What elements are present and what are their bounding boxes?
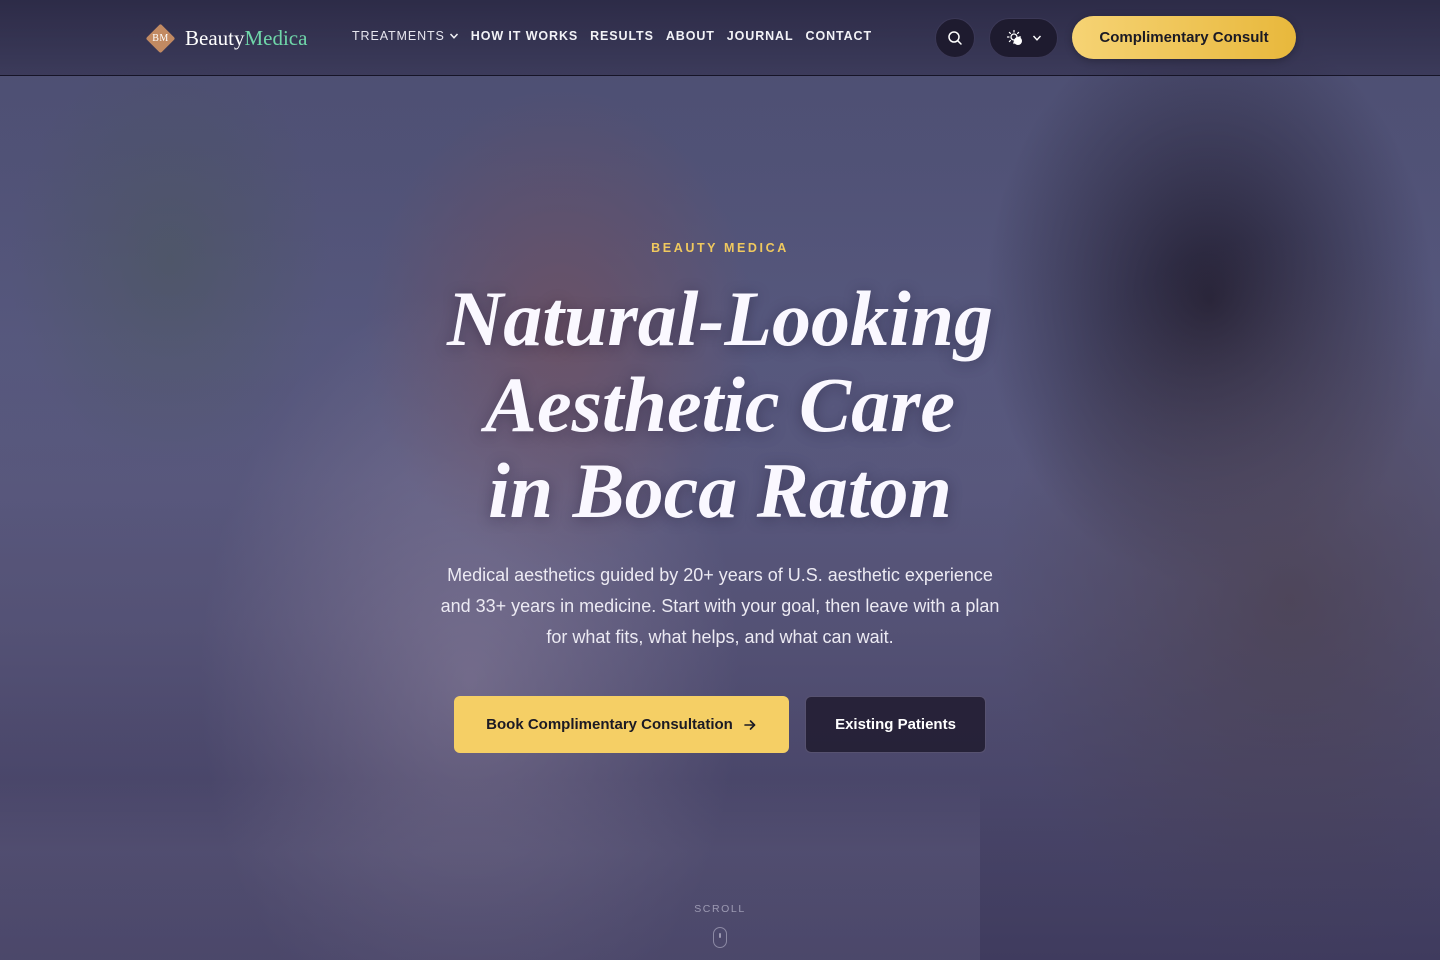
brand-name-part1: Beauty	[185, 25, 245, 50]
mouse-scroll-icon[interactable]	[713, 927, 727, 948]
nav-item-label: JOURNAL	[726, 29, 794, 43]
brand-logo[interactable]: BM BeautyMedica	[145, 22, 307, 54]
sun-icon	[1006, 29, 1022, 45]
nav-item-label: ABOUT	[665, 29, 715, 43]
chevron-down-icon	[449, 33, 458, 39]
hero-headline-line: Aesthetic Care	[484, 361, 956, 448]
nav-item-results[interactable]: RESULTS	[590, 29, 654, 43]
nav-item-label: RESULTS	[590, 29, 654, 43]
logo-diamond-icon: BM	[145, 23, 176, 53]
hero-headline-line: Natural-Looking	[446, 275, 994, 362]
brand-name-part2: Medica	[244, 25, 308, 50]
nav-item-how-it-works[interactable]: HOW IT WORKS	[471, 29, 578, 43]
brand-name: BeautyMedica	[185, 26, 307, 51]
search-icon	[948, 31, 962, 45]
nav-item-label: CONTACT	[805, 29, 872, 43]
book-consultation-label: Book Complimentary Consultation	[486, 716, 733, 733]
search-button[interactable]	[935, 18, 975, 58]
existing-patients-button[interactable]: Existing Patients	[805, 696, 986, 753]
hero-headline: Natural-Looking Aesthetic Care in Boca R…	[320, 276, 1120, 534]
nav-item-label: TREATMENTS	[352, 29, 445, 43]
nav-item-contact[interactable]: CONTACT	[806, 29, 872, 43]
nav-item-treatments[interactable]: TREATMENTS	[352, 29, 459, 43]
hero-subcopy: Medical aesthetics guided by 20+ years o…	[440, 565, 1000, 647]
nav-item-label: HOW IT WORKS	[470, 29, 579, 43]
chevron-down-icon	[1032, 35, 1041, 41]
arrow-right-icon	[744, 719, 756, 730]
nav-item-about[interactable]: ABOUT	[666, 29, 715, 43]
complimentary-consult-button[interactable]: Complimentary Consult	[1072, 16, 1296, 59]
hero-headline-line: in Boca Raton	[488, 447, 952, 534]
theme-toggle-button[interactable]	[989, 18, 1058, 58]
logo-monogram: BM	[152, 32, 169, 44]
site-header: BM BeautyMedica TREATMENTS HOW IT WORKS …	[0, 0, 1440, 76]
scroll-indicator-label: SCROLL	[694, 903, 746, 915]
hero-eyebrow: BEAUTY MEDICA	[651, 241, 789, 255]
book-consultation-button[interactable]: Book Complimentary Consultation	[454, 696, 789, 753]
main-nav: TREATMENTS HOW IT WORKS RESULTS ABOUT JO…	[352, 29, 872, 43]
nav-item-journal[interactable]: JOURNAL	[727, 29, 794, 43]
